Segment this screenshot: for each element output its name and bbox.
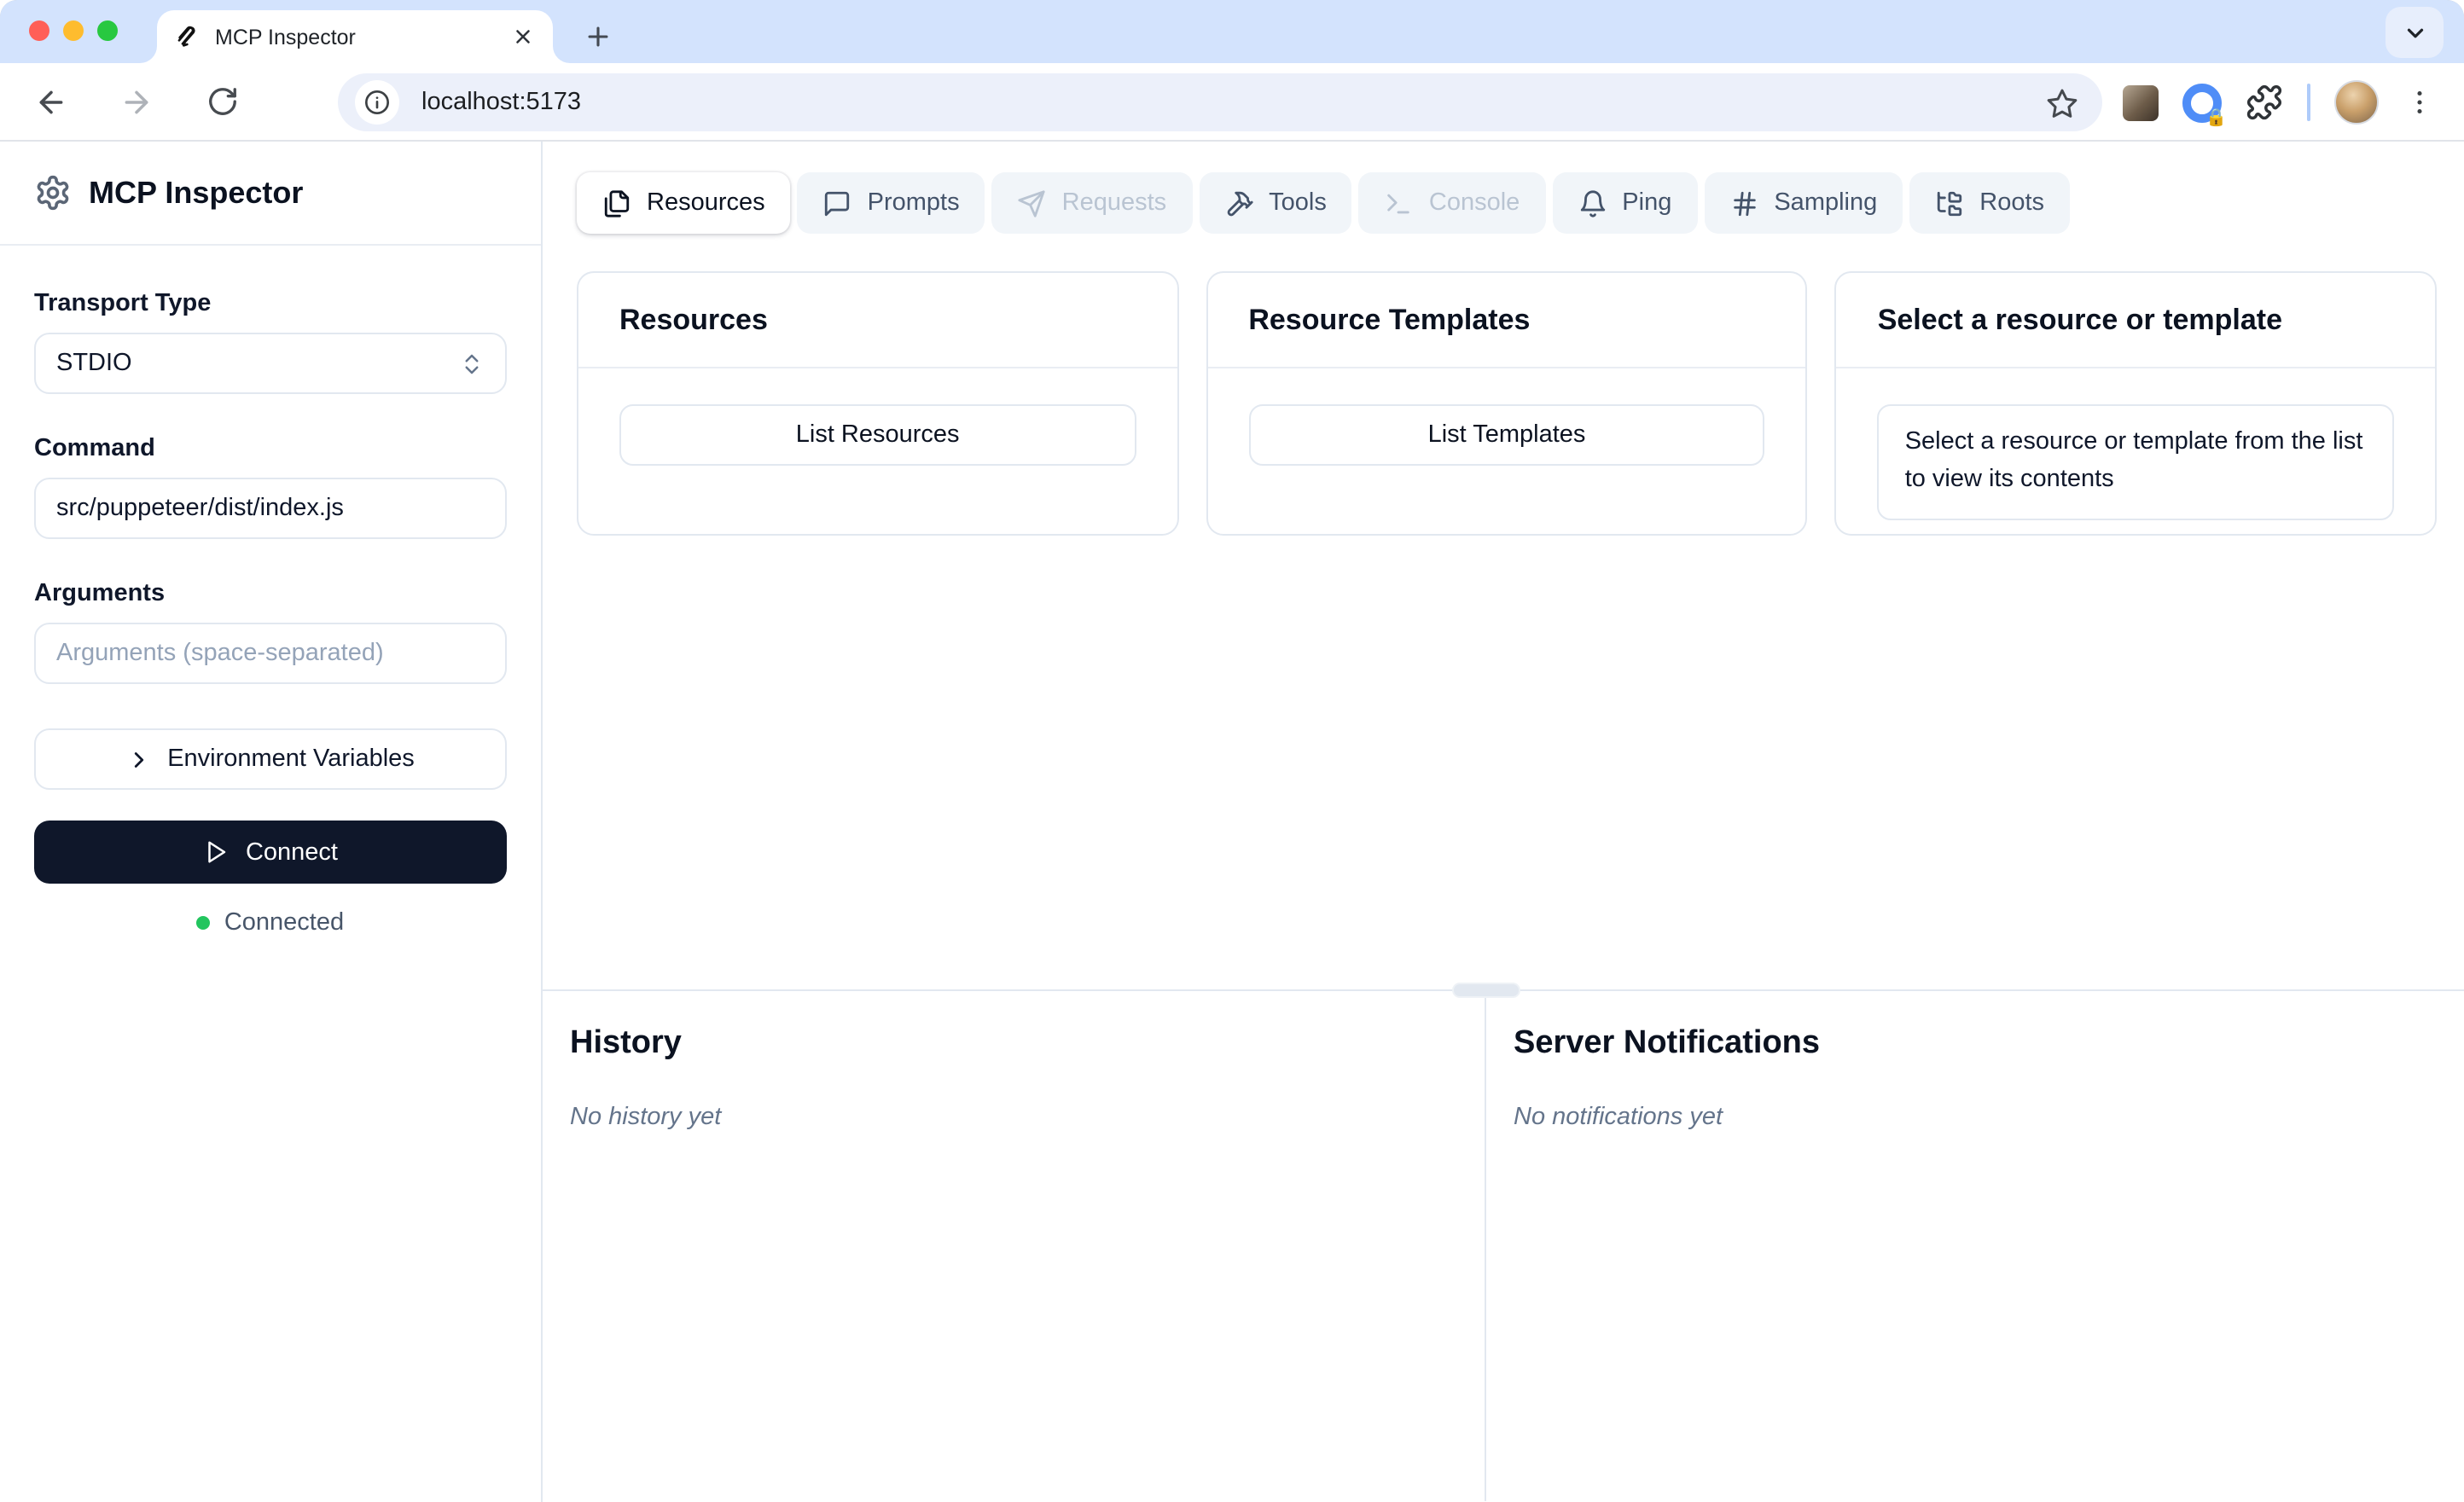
tab-label: Console [1428, 189, 1520, 217]
connect-button[interactable]: Connect [34, 821, 507, 884]
folder-tree-icon [1935, 188, 1964, 217]
extension-avatar-icon[interactable] [2123, 84, 2159, 120]
main-panel: Resources Prompts Requests Tools Console… [543, 142, 2464, 1502]
tab-label: Requests [1061, 189, 1167, 217]
browser-tabstrip: MCP Inspector [0, 0, 2464, 63]
tab-tools[interactable]: Tools [1199, 172, 1352, 234]
sidebar-header: MCP Inspector [0, 142, 541, 246]
url-text[interactable]: localhost:5173 [421, 89, 2041, 116]
extensions-puzzle-icon[interactable] [2246, 84, 2283, 121]
tab-label: Tools [1269, 189, 1327, 217]
browser-window: MCP Inspector localhost:5173 🔒 MCP Inspe… [0, 0, 2464, 1502]
arguments-label: Arguments [34, 580, 166, 607]
history-empty-text: No history yet [570, 1104, 722, 1131]
toolbar-right: 🔒 [2123, 63, 2464, 142]
server-notifications-pane: Server Notifications No notifications ye… [1486, 991, 2464, 1501]
connect-label: Connect [245, 838, 338, 866]
play-icon [208, 841, 226, 863]
new-tab-icon[interactable] [577, 15, 618, 56]
terminal-icon [1385, 188, 1414, 217]
app-tabs: Resources Prompts Requests Tools Console… [577, 172, 2464, 234]
send-icon [1018, 188, 1047, 217]
environment-variables-label: Environment Variables [167, 745, 415, 773]
resource-cards: Resources List Resources Resource Templa… [577, 271, 2438, 536]
command-label: Command [34, 435, 155, 462]
files-icon [602, 188, 631, 217]
transport-type-value: STDIO [56, 350, 132, 377]
list-resources-button[interactable]: List Resources [619, 404, 1136, 466]
history-title: History [570, 1025, 682, 1061]
server-notifications-title: Server Notifications [1514, 1025, 1820, 1061]
command-input[interactable] [34, 478, 507, 539]
mcp-favicon-icon [174, 23, 201, 50]
connection-status: Connected [34, 909, 507, 937]
list-templates-button[interactable]: List Templates [1248, 404, 1765, 466]
profile-avatar[interactable] [2334, 80, 2379, 125]
history-pane: History No history yet [543, 991, 1486, 1501]
tab-sampling[interactable]: Sampling [1704, 172, 1903, 234]
bell-icon [1578, 188, 1607, 217]
tab-label: Resources [647, 189, 765, 217]
notifications-empty-text: No notifications yet [1514, 1104, 1723, 1131]
browser-tab-title: MCP Inspector [215, 25, 356, 49]
tab-label: Roots [1979, 189, 2045, 217]
resource-preview-card: Select a resource or template Select a r… [1834, 271, 2438, 536]
browser-toolbar: localhost:5173 🔒 [0, 63, 2464, 142]
browser-tab[interactable]: MCP Inspector [157, 10, 553, 63]
browser-menu-icon[interactable] [2403, 82, 2437, 123]
hash-icon [1729, 188, 1758, 217]
tab-resources[interactable]: Resources [577, 172, 791, 234]
minimize-window-icon[interactable] [63, 20, 84, 41]
bottom-pane: History No history yet Server Notificati… [543, 983, 2464, 1501]
gear-icon [34, 174, 72, 212]
resources-card-title: Resources [578, 273, 1177, 368]
url-bar[interactable]: localhost:5173 [338, 73, 2102, 131]
close-window-icon[interactable] [29, 20, 49, 41]
screen: MCP Inspector localhost:5173 🔒 MCP Inspe… [0, 0, 2464, 1502]
transport-type-label: Transport Type [34, 290, 212, 317]
tab-label: Ping [1622, 189, 1672, 217]
forward-icon[interactable] [109, 74, 164, 129]
resize-handle[interactable] [1452, 983, 1520, 998]
transport-type-select[interactable]: STDIO [34, 333, 507, 394]
toolbar-separator [2307, 84, 2310, 121]
resource-templates-card-title: Resource Templates [1207, 273, 1806, 368]
resource-preview-placeholder: Select a resource or template from the l… [1877, 404, 2395, 519]
arguments-input[interactable] [34, 623, 507, 684]
tab-ping[interactable]: Ping [1552, 172, 1698, 234]
window-controls [29, 20, 118, 41]
resource-templates-card: Resource Templates List Templates [1206, 271, 1808, 536]
mcp-inspector-app: MCP Inspector Transport Type STDIO Comma… [0, 142, 2464, 1502]
environment-variables-button[interactable]: Environment Variables [34, 728, 507, 790]
hammer-icon [1224, 188, 1253, 217]
tab-requests[interactable]: Requests [991, 172, 1193, 234]
reload-icon[interactable] [195, 74, 249, 129]
sidebar: MCP Inspector Transport Type STDIO Comma… [0, 142, 543, 1502]
chevron-right-icon [126, 746, 152, 772]
back-icon[interactable] [24, 74, 78, 129]
resource-preview-card-title: Select a resource or template [1836, 273, 2436, 368]
resources-card: Resources List Resources [577, 271, 1179, 536]
status-text: Connected [224, 909, 345, 937]
tab-prompts[interactable]: Prompts [797, 172, 985, 234]
tab-close-icon[interactable] [508, 23, 536, 50]
bookmark-star-icon[interactable] [2041, 82, 2082, 123]
tab-roots[interactable]: Roots [1909, 172, 2071, 234]
main-top-pane: Resources Prompts Requests Tools Console… [543, 142, 2464, 989]
tab-console[interactable]: Console [1358, 172, 1546, 234]
tab-label: Prompts [867, 189, 960, 217]
message-square-icon [823, 188, 852, 217]
tab-search-chevron-icon[interactable] [2386, 7, 2444, 58]
password-manager-icon[interactable]: 🔒 [2182, 83, 2227, 126]
app-title: MCP Inspector [89, 175, 304, 209]
site-info-icon[interactable] [355, 80, 399, 125]
sidebar-form: Transport Type STDIO Command Arguments E… [0, 246, 541, 937]
chevrons-up-down-icon [459, 351, 485, 376]
status-dot-icon [196, 916, 211, 930]
maximize-window-icon[interactable] [97, 20, 118, 41]
tab-label: Sampling [1774, 189, 1878, 217]
